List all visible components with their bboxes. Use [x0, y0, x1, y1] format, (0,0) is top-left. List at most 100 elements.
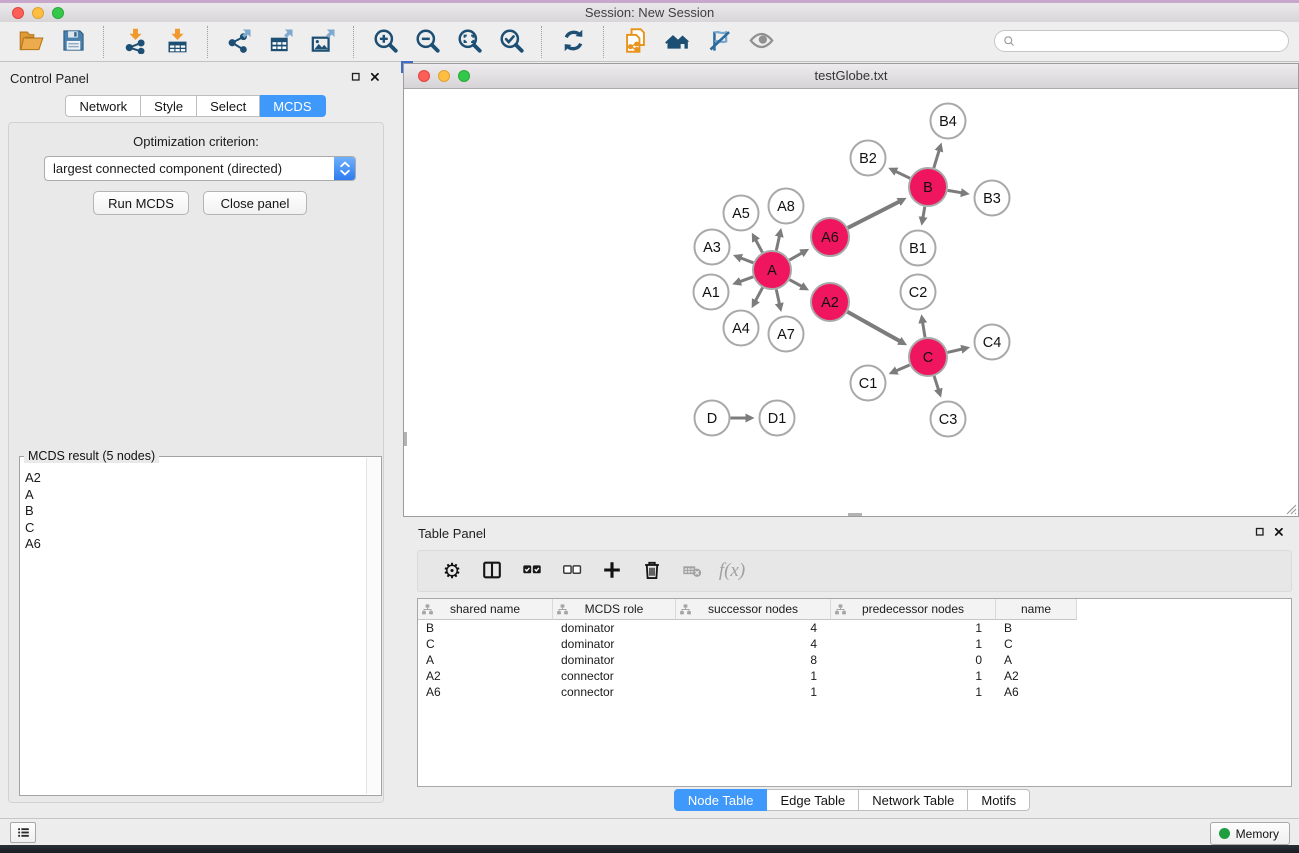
node-B3[interactable]: B3	[975, 181, 1010, 216]
edge-A-A5[interactable]	[756, 240, 763, 253]
tab-node-table[interactable]: Node Table	[674, 789, 768, 811]
node-A5[interactable]: A5	[724, 196, 759, 231]
select-all-rows-button[interactable]	[520, 559, 544, 583]
task-history-button[interactable]	[10, 822, 36, 843]
tab-network-table[interactable]: Network Table	[859, 789, 968, 811]
node-A2[interactable]: A2	[811, 283, 849, 321]
edge-C-C3[interactable]	[934, 376, 939, 390]
delete-columns-button[interactable]	[640, 559, 664, 583]
tab-network[interactable]: Network	[65, 95, 141, 117]
node-B2[interactable]: B2	[851, 141, 886, 176]
mcds-result-item[interactable]: C	[25, 520, 366, 537]
export-network-button[interactable]	[220, 26, 258, 58]
export-image-button[interactable]	[304, 26, 342, 58]
copy-network-view-button[interactable]	[616, 26, 654, 58]
column-header-successor-nodes[interactable]: successor nodes	[676, 599, 831, 620]
mcds-result-item[interactable]: B	[25, 503, 366, 520]
edge-B-B2[interactable]	[896, 171, 911, 178]
tab-mcds[interactable]: MCDS	[260, 95, 325, 117]
node-B[interactable]: B	[909, 168, 947, 206]
node-C4[interactable]: C4	[975, 325, 1010, 360]
tab-select[interactable]: Select	[197, 95, 260, 117]
node-C2[interactable]: C2	[901, 275, 936, 310]
home-button[interactable]	[658, 26, 696, 58]
network-window-titlebar[interactable]: testGlobe.txt	[404, 64, 1298, 89]
close-panel-button[interactable]: Close panel	[203, 191, 307, 215]
resize-grip-icon[interactable]	[1283, 501, 1297, 515]
zoom-out-button[interactable]	[408, 26, 446, 58]
node-B1[interactable]: B1	[901, 231, 936, 266]
node-B4[interactable]: B4	[931, 104, 966, 139]
mcds-result-scrollbar[interactable]	[366, 458, 380, 794]
create-column-button[interactable]	[600, 559, 624, 583]
column-header-name[interactable]: name	[996, 599, 1077, 620]
tab-style[interactable]: Style	[141, 95, 197, 117]
export-table-button[interactable]	[262, 26, 300, 58]
toggle-graphics-flag-button[interactable]	[700, 26, 738, 58]
node-C1[interactable]: C1	[851, 366, 886, 401]
search-field[interactable]	[994, 30, 1289, 52]
import-network-button[interactable]	[116, 26, 154, 58]
zoom-in-button[interactable]	[366, 26, 404, 58]
table-float-panel-icon[interactable]	[1254, 525, 1266, 543]
node-D[interactable]: D	[695, 401, 730, 436]
edge-A-A1[interactable]	[740, 277, 754, 282]
mcds-result-item[interactable]: A2	[25, 470, 366, 487]
search-input[interactable]	[1017, 32, 1288, 50]
edge-C-C4[interactable]	[948, 349, 963, 352]
edge-A-A4[interactable]	[755, 288, 762, 302]
edge-C-C2[interactable]	[923, 322, 925, 337]
edge-A2-C[interactable]	[847, 312, 900, 342]
save-session-button[interactable]	[54, 26, 92, 58]
edge-A-A2[interactable]	[790, 280, 803, 287]
node-A1[interactable]: A1	[694, 275, 729, 310]
node-A8[interactable]: A8	[769, 189, 804, 224]
float-panel-icon[interactable]	[350, 70, 362, 88]
table-row[interactable]: Bdominator41B	[418, 620, 1291, 636]
show-columns-button[interactable]	[480, 559, 504, 583]
table-row[interactable]: Adominator80A	[418, 652, 1291, 668]
apply-preferred-layout-button[interactable]	[554, 26, 592, 58]
mcds-result-item[interactable]: A	[25, 487, 366, 504]
node-A7[interactable]: A7	[769, 317, 804, 352]
column-header-MCDS-role[interactable]: MCDS role	[553, 599, 676, 620]
node-A4[interactable]: A4	[724, 311, 759, 346]
network-horizontal-scroll-thumb[interactable]	[848, 513, 862, 516]
zoom-selected-button[interactable]	[492, 26, 530, 58]
edge-A-A7[interactable]	[776, 290, 779, 305]
edge-A-A6[interactable]	[789, 253, 802, 260]
node-D1[interactable]: D1	[760, 401, 795, 436]
node-C[interactable]: C	[909, 338, 947, 376]
table-row[interactable]: A6connector11A6	[418, 684, 1291, 700]
node-A[interactable]: A	[753, 251, 791, 289]
network-vertical-scroll-thumb[interactable]	[404, 432, 407, 446]
zoom-fit-button[interactable]	[450, 26, 488, 58]
edge-B-B3[interactable]	[948, 190, 962, 192]
table-row[interactable]: Cdominator41C	[418, 636, 1291, 652]
memory-button[interactable]: Memory	[1210, 822, 1290, 845]
edge-A-A3[interactable]	[741, 258, 754, 263]
edge-A6-B[interactable]	[848, 202, 900, 228]
close-panel-icon[interactable]	[369, 70, 381, 88]
import-table-button[interactable]	[158, 26, 196, 58]
criterion-dropdown[interactable]: largest connected component (directed)	[44, 156, 356, 181]
edge-B-B1[interactable]	[923, 207, 925, 218]
open-session-button[interactable]	[12, 26, 50, 58]
edge-A-A8[interactable]	[776, 236, 779, 251]
network-graph-canvas[interactable]: A A1 A2 A3 A4 A5 A6 A7 A8 B B1 B2 B3 B4 C C1 C2 C3 C4 D D1	[404, 89, 1298, 517]
node-A6[interactable]: A6	[811, 218, 849, 256]
edge-C-C1[interactable]	[896, 365, 910, 371]
node-C3[interactable]: C3	[931, 402, 966, 437]
column-header-predecessor-nodes[interactable]: predecessor nodes	[831, 599, 996, 620]
tab-motifs[interactable]: Motifs	[968, 789, 1030, 811]
table-options-gear-button[interactable]: ⚙	[440, 559, 464, 583]
column-header-shared-name[interactable]: shared name	[418, 599, 553, 620]
show-details-eye-button[interactable]	[742, 26, 780, 58]
tab-edge-table[interactable]: Edge Table	[767, 789, 859, 811]
edge-B-B4[interactable]	[934, 150, 939, 168]
deselect-all-rows-button[interactable]	[560, 559, 584, 583]
table-close-panel-icon[interactable]	[1273, 525, 1285, 543]
mcds-result-item[interactable]: A6	[25, 536, 366, 553]
node-A3[interactable]: A3	[695, 230, 730, 265]
table-row[interactable]: A2connector11A2	[418, 668, 1291, 684]
